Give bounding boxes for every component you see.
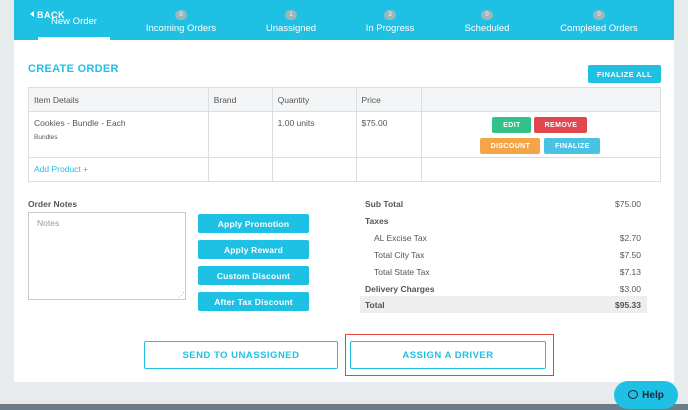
total-row: Total $95.33 [360,296,647,313]
send-to-unassigned-button[interactable]: SEND TO UNASSIGNED [144,341,338,369]
taxes-label: Taxes [365,216,389,226]
tab-in-progress[interactable]: 3 In Progress [350,0,430,40]
delivery-value: $3.00 [619,284,641,294]
edit-button[interactable]: EDIT [492,117,532,133]
add-product-link[interactable]: Add Product + [34,164,88,174]
order-notes-field[interactable] [28,212,186,300]
total-value: $95.33 [615,300,641,310]
apply-reward-button[interactable]: Apply Reward [198,240,309,259]
discount-button[interactable]: DISCOUNT [480,138,541,154]
table-row: Cookies - Bundle - Each Bundles 1.00 uni… [28,111,661,158]
column-header: Quantity [271,87,357,112]
order-items-table: Item Details Brand Quantity Price Cookie… [28,87,661,182]
tab-scheduled[interactable]: 0 Scheduled [448,0,526,40]
order-notes-label: Order Notes [28,199,78,209]
total-label: Total [365,300,385,310]
quantity-cell: 1.00 units [271,111,357,158]
custom-discount-button[interactable]: Custom Discount [198,266,309,285]
remove-button[interactable]: REMOVE [534,117,588,133]
column-header: Brand [207,87,273,112]
tax-value: $7.13 [619,267,641,277]
subtotal-row: Sub Total $75.00 [360,195,647,212]
resize-grip-icon[interactable]: ⋰ [178,292,185,299]
empty-cell [355,157,423,182]
taxes-row: Taxes [360,212,647,229]
count-badge: 0 [593,10,605,20]
tab-label: Completed Orders [560,23,638,34]
help-button[interactable]: Help [614,381,678,409]
chat-bubble-icon [628,389,639,399]
row-actions: EDIT REMOVE DISCOUNT FINALIZE [421,111,661,158]
apply-promotion-button[interactable]: Apply Promotion [198,214,309,233]
count-badge: 3 [384,10,396,20]
finalize-all-button[interactable]: FINALIZE ALL [588,65,661,83]
tab-label: Incoming Orders [145,23,217,34]
tab-label: New Order [51,16,97,27]
tab-label: Scheduled [464,23,510,34]
subtotal-label: Sub Total [365,199,404,209]
column-header-actions [421,87,661,112]
tax-label: Total City Tax [374,250,425,260]
table-header: Item Details Brand Quantity Price [28,87,661,112]
tax-row: AL Excise Tax $2.70 [360,229,647,246]
tab-label: Unassigned [265,23,317,34]
column-header: Price [355,87,423,112]
delivery-label: Delivery Charges [365,284,435,294]
order-nav-bar: BACK New Order 0 Incoming Orders 1 Unass… [14,0,674,40]
tax-label: Total State Tax [374,267,430,277]
subtotal-value: $75.00 [615,199,641,209]
tab-unassigned[interactable]: 1 Unassigned [252,0,330,40]
empty-cell [271,157,357,182]
tab-label: In Progress [365,23,415,34]
item-details-cell: Cookies - Bundle - Each Bundles [28,111,209,158]
column-header: Item Details [28,87,209,112]
item-category: Bundles [34,134,58,141]
after-tax-discount-button[interactable]: After Tax Discount [198,292,309,311]
tab-new-order[interactable]: New Order [38,0,110,40]
chevron-left-icon [30,11,34,17]
tax-row: Total City Tax $7.50 [360,246,647,263]
empty-cell [421,157,661,182]
tax-row: Total State Tax $7.13 [360,263,647,280]
page-title: CREATE ORDER [28,63,119,75]
delivery-row: Delivery Charges $3.00 [360,280,647,297]
help-label: Help [642,389,664,401]
count-badge: 0 [481,10,493,20]
count-badge: 1 [285,10,297,20]
tab-incoming-orders[interactable]: 0 Incoming Orders [138,0,224,40]
add-product-row: Add Product + [28,157,661,182]
finalize-button[interactable]: FINALIZE [544,138,601,154]
tax-value: $2.70 [619,233,641,243]
create-order-card: CREATE ORDER FINALIZE ALL Item Details B… [14,40,674,382]
footer-strip [0,404,688,410]
count-badge: 0 [175,10,187,20]
tax-label: AL Excise Tax [374,233,427,243]
price-cell: $75.00 [355,111,423,158]
brand-cell [207,111,273,158]
item-name: Cookies - Bundle - Each [34,118,126,128]
tax-value: $7.50 [619,250,641,260]
add-product-cell: Add Product + [28,157,209,182]
tab-completed-orders[interactable]: 0 Completed Orders [554,0,644,40]
assign-driver-button[interactable]: ASSIGN A DRIVER [350,341,546,369]
empty-cell [207,157,273,182]
